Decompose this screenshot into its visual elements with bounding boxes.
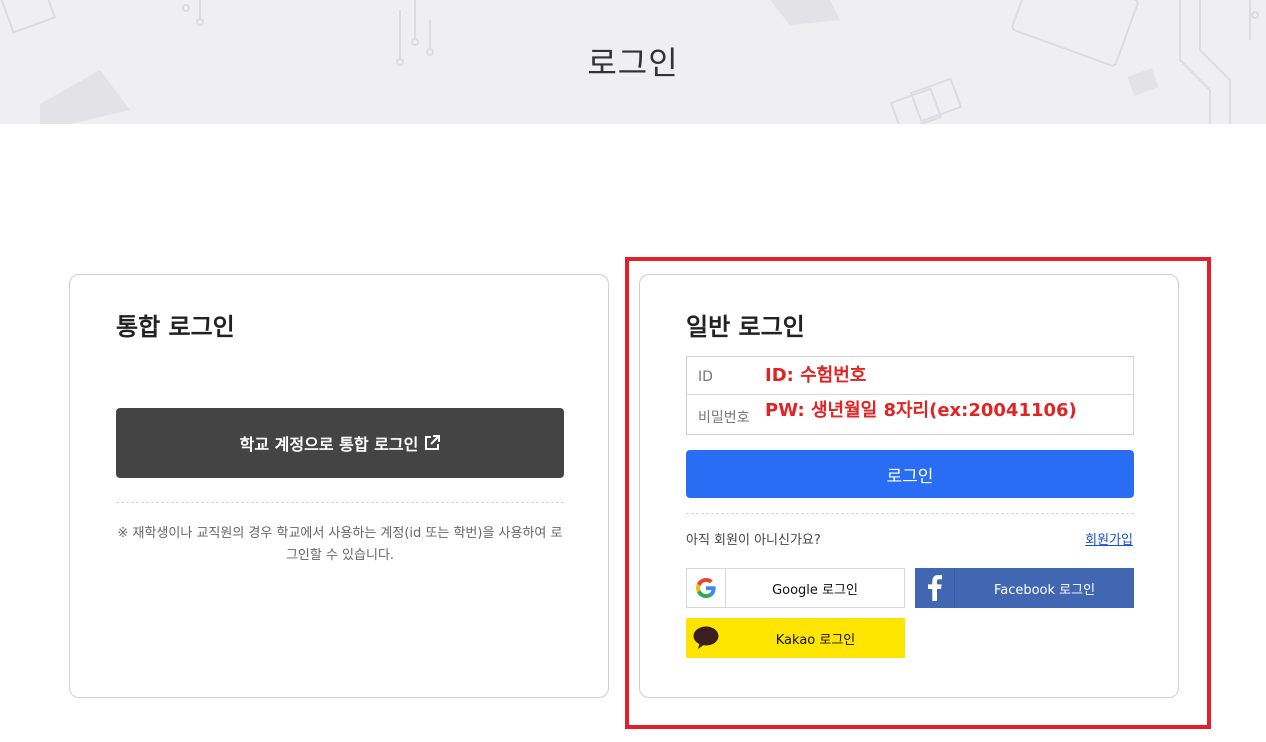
divider	[116, 502, 564, 503]
login-button[interactable]: 로그인	[686, 450, 1134, 498]
password-row: 비밀번호	[687, 396, 1133, 434]
password-input[interactable]	[765, 397, 1125, 423]
kakao-login-button[interactable]: Kakao 로그인	[686, 618, 905, 658]
sso-note: ※ 재학생이나 교직원의 경우 학교에서 사용하는 계정(id 또는 학번)을 …	[117, 526, 563, 563]
password-label: 비밀번호	[698, 410, 750, 426]
kakao-talk-icon	[686, 618, 726, 658]
id-row: ID	[687, 357, 1133, 395]
id-label: ID	[698, 369, 713, 385]
page-hero: 로그인	[0, 0, 1266, 124]
google-login-label: Google 로그인	[772, 582, 858, 598]
general-card-title: 일반 로그인	[686, 313, 805, 341]
join-prompt: 아직 회원이 아니신가요?	[686, 533, 821, 548]
page-title: 로그인	[587, 44, 679, 82]
login-form: ID 비밀번호	[686, 356, 1134, 435]
sso-card-title: 통합 로그인	[116, 313, 235, 341]
facebook-icon	[915, 568, 955, 608]
sso-button-label: 학교 계정으로 통합 로그인	[239, 435, 419, 454]
facebook-login-label: Facebook 로그인	[993, 582, 1096, 598]
signup-link[interactable]: 회원가입	[1085, 529, 1133, 548]
general-login-card: 일반 로그인 ID 비밀번호 로그인 아직 회원이 아니신가요? 회원가입 Go…	[639, 274, 1179, 698]
school-sso-login-button[interactable]: 학교 계정으로 통합 로그인	[116, 408, 564, 478]
google-login-button[interactable]: Google 로그인	[686, 568, 905, 608]
google-icon	[687, 569, 726, 607]
id-input[interactable]	[765, 362, 1125, 388]
facebook-login-button[interactable]: Facebook 로그인	[915, 568, 1134, 608]
external-link-icon	[425, 435, 441, 450]
divider	[686, 513, 1134, 514]
sso-login-card: 통합 로그인 학교 계정으로 통합 로그인 ※ 재학생이나 교직원의 경우 학교…	[69, 274, 609, 698]
kakao-login-label: Kakao 로그인	[775, 632, 856, 648]
